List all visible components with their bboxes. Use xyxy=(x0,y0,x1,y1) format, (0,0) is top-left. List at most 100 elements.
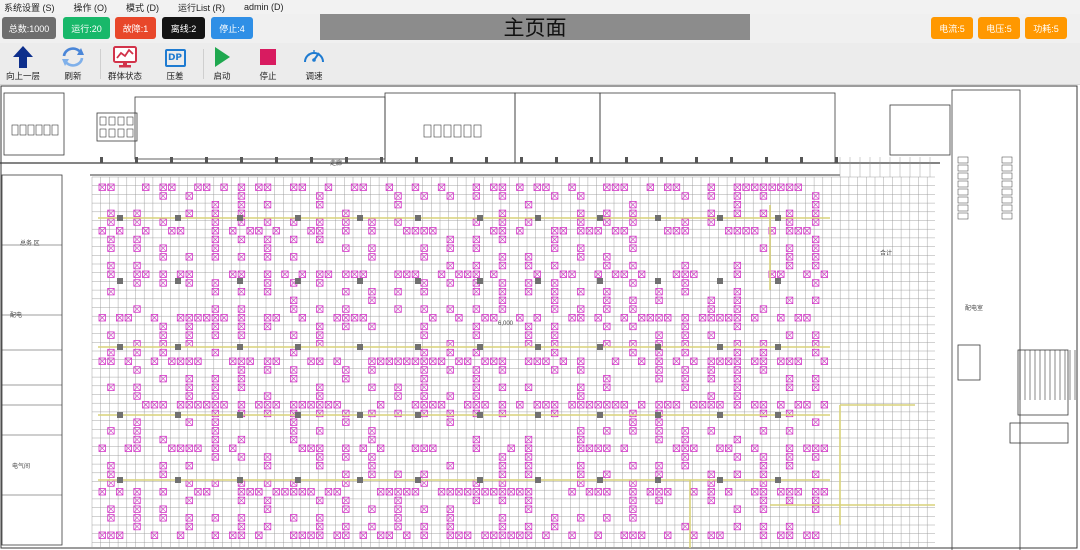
column-marker xyxy=(415,477,421,483)
west-wing xyxy=(1,174,63,546)
room-block xyxy=(1009,422,1069,444)
floor-label: 电气间 xyxy=(12,462,30,470)
fault-count-badge[interactable]: 故障:1 xyxy=(115,17,156,39)
stair-tread xyxy=(443,124,452,138)
column-marker xyxy=(295,344,301,350)
column-marker xyxy=(597,278,603,284)
stop-button[interactable]: 停止 xyxy=(246,45,290,82)
column-marker xyxy=(765,157,768,163)
floor-label: 合计 xyxy=(880,249,892,257)
monitor-chart-icon xyxy=(113,46,137,68)
menu-mode[interactable]: 模式 (D) xyxy=(121,1,159,14)
column-marker xyxy=(295,477,301,483)
total-count-badge[interactable]: 总数:1000 xyxy=(2,17,56,39)
start-label: 启动 xyxy=(213,71,231,81)
stopped-count-badge[interactable]: 停止:4 xyxy=(211,17,253,39)
column-marker xyxy=(415,344,421,350)
east-wing xyxy=(951,89,1021,550)
arrow-up-icon xyxy=(13,46,33,68)
toilet-symbol xyxy=(957,188,969,196)
speed-adjust-button[interactable]: 调速 xyxy=(292,45,336,82)
toilet-symbol xyxy=(126,116,134,126)
column-marker xyxy=(345,157,348,163)
speed-adjust-label: 调速 xyxy=(305,71,323,81)
menu-operation[interactable]: 操作 (O) xyxy=(69,1,108,14)
column-marker xyxy=(295,278,301,284)
column-marker xyxy=(237,412,243,418)
column-marker xyxy=(100,157,103,163)
column-marker xyxy=(415,157,418,163)
refresh-button[interactable]: 刷新 xyxy=(51,45,95,82)
column-marker xyxy=(117,477,123,483)
column-marker xyxy=(477,278,483,284)
floor-plan-view[interactable]: 总务 区配电 6,000 走廊 合计 配电室 电气间 xyxy=(0,85,1080,550)
toilet-symbol xyxy=(1001,188,1013,196)
stair-tread xyxy=(51,124,59,136)
start-button[interactable]: 启动 xyxy=(200,45,244,82)
column-marker xyxy=(597,215,603,221)
offline-count-badge[interactable]: 离线:2 xyxy=(162,17,205,39)
running-count-badge[interactable]: 运行:20 xyxy=(63,17,110,39)
toilet-symbol xyxy=(1001,180,1013,188)
stop-icon xyxy=(260,49,276,65)
column-marker xyxy=(240,157,243,163)
column-marker xyxy=(237,215,243,221)
column-marker xyxy=(775,477,781,483)
floor-label: 总务 区 xyxy=(20,239,40,247)
stair-tread xyxy=(453,124,462,138)
column-marker xyxy=(135,157,138,163)
column-marker xyxy=(237,278,243,284)
pressure-diff-button[interactable]: DP 压差 xyxy=(153,45,197,82)
stair-tread xyxy=(11,124,19,136)
refresh-label: 刷新 xyxy=(64,71,82,81)
toilet-symbol xyxy=(99,116,107,126)
stair-tread xyxy=(423,124,432,138)
column-marker xyxy=(117,215,123,221)
column-marker xyxy=(380,157,383,163)
toilet-symbol xyxy=(957,196,969,204)
column-marker xyxy=(597,412,603,418)
stair-tread xyxy=(19,124,27,136)
column-marker xyxy=(717,215,723,221)
column-marker xyxy=(357,278,363,284)
column-marker xyxy=(357,477,363,483)
column-marker xyxy=(625,157,628,163)
column-marker xyxy=(205,157,208,163)
floor-label: 配电 xyxy=(10,311,22,319)
group-status-button[interactable]: 群体状态 xyxy=(103,45,147,82)
voltage-meter-badge[interactable]: 电压:5 xyxy=(978,17,1020,39)
menu-system-settings[interactable]: 系统设置 (S) xyxy=(0,1,55,14)
column-marker xyxy=(800,157,803,163)
toilet-symbol xyxy=(1001,172,1013,180)
status-bar: 总数:1000 运行:20 故障:1 离线:2 停止:4 主页面 电流:5 电压… xyxy=(0,14,1080,43)
dp-icon: DP xyxy=(164,49,186,67)
stair-room xyxy=(3,92,65,156)
column-marker xyxy=(170,157,173,163)
stair-tread xyxy=(27,124,35,136)
stair-room xyxy=(957,344,981,381)
menu-admin[interactable]: admin (D) xyxy=(239,2,284,12)
group-status-label: 群体状态 xyxy=(107,71,142,81)
column-marker xyxy=(655,344,661,350)
column-marker xyxy=(477,477,483,483)
column-marker xyxy=(655,412,661,418)
column-marker xyxy=(520,157,523,163)
column-marker xyxy=(775,412,781,418)
column-marker xyxy=(415,215,421,221)
toolbar-divider xyxy=(100,49,101,79)
column-marker xyxy=(717,477,723,483)
stair-tread xyxy=(473,124,482,138)
up-level-button[interactable]: 向上一层 xyxy=(1,45,45,82)
toilet-symbol xyxy=(1001,196,1013,204)
column-marker xyxy=(117,412,123,418)
stair-tread xyxy=(35,124,43,136)
column-marker xyxy=(535,477,541,483)
refresh-icon xyxy=(62,47,84,67)
power-meter-badge[interactable]: 功耗:5 xyxy=(1025,17,1067,39)
menu-run-list[interactable]: 运行List (R) xyxy=(173,1,225,14)
toilet-symbol xyxy=(108,116,116,126)
current-meter-badge[interactable]: 电流:5 xyxy=(931,17,973,39)
column-marker xyxy=(175,412,181,418)
floor-plan-drawing[interactable]: 总务 区配电 6,000 走廊合计配电室电气间 xyxy=(0,85,1080,550)
column-marker xyxy=(695,157,698,163)
